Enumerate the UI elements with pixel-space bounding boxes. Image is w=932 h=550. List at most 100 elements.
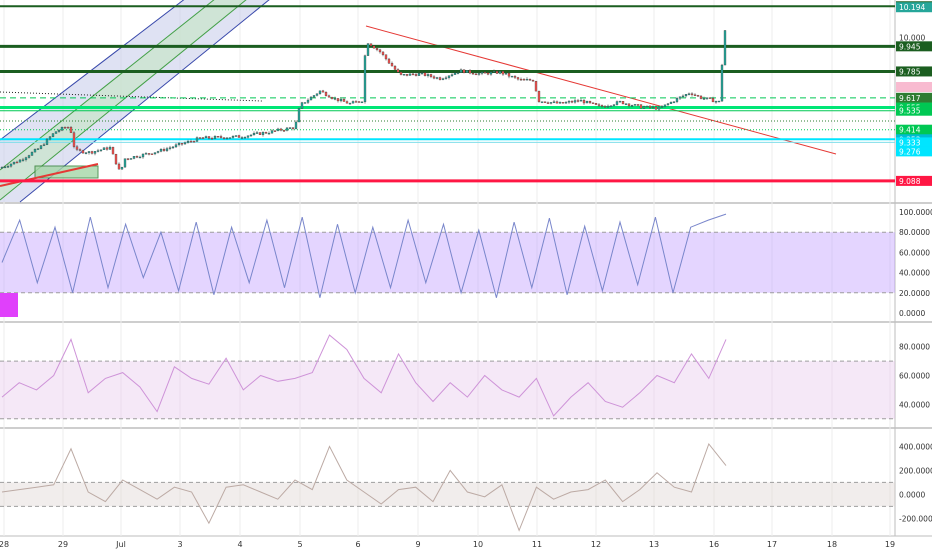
candle-body [465,70,469,73]
candle-body [405,74,409,76]
candle-body [261,132,265,135]
time-label: 17 [767,540,777,549]
candle-body [444,77,448,79]
candle-body [546,102,550,104]
candle-body [597,104,601,106]
candle-body [690,93,694,95]
candle-body [33,149,37,153]
indicator-tick: 80.0000 [899,343,930,352]
time-axis[interactable]: 28 29 Jul 3 4 5 6 9 10 11 12 13 16 17 18 19 [0,540,895,549]
candle-body [426,74,430,76]
candle-body [9,163,13,167]
candle-body [501,71,505,75]
candle-body [642,106,646,109]
candle-body [453,72,457,75]
candle-body [456,72,460,74]
candle-body [384,54,388,60]
candle-body [60,127,64,131]
candle-body [459,69,463,73]
candle-body [423,72,427,76]
candle-body [78,149,82,151]
candle-body [504,73,508,75]
candle-body [213,136,217,139]
candle-body [54,131,58,134]
candle-body [378,49,382,53]
indicator-tick: 60.0000 [899,248,930,257]
candle-body [333,98,337,100]
candle-body [417,73,421,76]
candle-body [234,135,238,137]
candle-body [705,97,709,99]
candle-body [252,133,256,136]
candle-body [408,73,412,76]
indicator-tick: 0.0000 [899,309,925,318]
rsi-pane [0,334,895,420]
candle-body [381,51,385,55]
candle-body [603,106,607,108]
candle-body [357,101,361,103]
candle-body [510,75,514,78]
candle-body [72,132,76,147]
candle-body [24,157,28,160]
candle-body [21,159,25,161]
candle-body [387,58,391,64]
candle-body [6,166,10,168]
candle-body [534,81,538,92]
candle-body [723,30,727,66]
candle-body [93,151,97,154]
candle-body [363,55,367,103]
candle-body [720,64,724,102]
candle-body [267,132,271,135]
candle-body [630,105,634,107]
indicator-band [0,361,895,419]
candle-body [609,105,613,107]
price-axis[interactable]: 10.20010.19410.0009.9459.7859.6179.5559.… [896,1,932,186]
candle-body [228,137,232,139]
candle-body [411,73,415,76]
candle-body [531,80,535,82]
price-label: 9.617 [899,94,921,103]
candle-body [237,135,241,138]
candle-body [0,167,4,169]
candle-body [627,103,631,106]
candle-body [225,137,229,140]
candle-body [396,69,400,73]
candle-body [582,100,586,104]
price-label: 9.414 [899,126,921,135]
candle-body [552,101,556,103]
candle-body [633,104,637,106]
candle-body [360,101,364,104]
candle-body [339,99,343,102]
candle-body [525,79,529,81]
candle-body [291,127,295,129]
candle-body [129,158,133,160]
candle-body [111,146,115,155]
candle-body [309,96,313,101]
candle-body [273,130,277,132]
time-label: 13 [649,540,659,549]
candle-body [711,98,715,103]
candle-body [498,71,502,74]
candle-body [513,75,517,78]
candle-body [639,104,643,109]
candle-body [441,78,445,80]
chart-canvas[interactable]: 10.20010.19410.0009.9459.7859.6179.5559.… [0,0,932,550]
candle-body [435,77,439,79]
price-label: 9.535 [899,107,921,116]
candle-body [204,136,208,139]
indicator-tick: 40.0000 [899,400,930,409]
candle-body [564,102,568,104]
candle-body [345,101,349,104]
indicator-axes[interactable]: 100.0000 80.0000 60.0000 40.0000 20.0000 0.00… [899,208,932,523]
candle-body [117,163,121,170]
candle-body [105,147,109,150]
candle-body [669,101,673,104]
candle-body [186,141,190,143]
candle-body [420,72,424,74]
candle-body [624,103,628,105]
candle-body [300,102,304,109]
indicator-tick: 0.0000 [899,490,925,499]
candle-body [327,95,331,98]
candle-body [162,149,166,151]
candle-body [318,90,322,94]
